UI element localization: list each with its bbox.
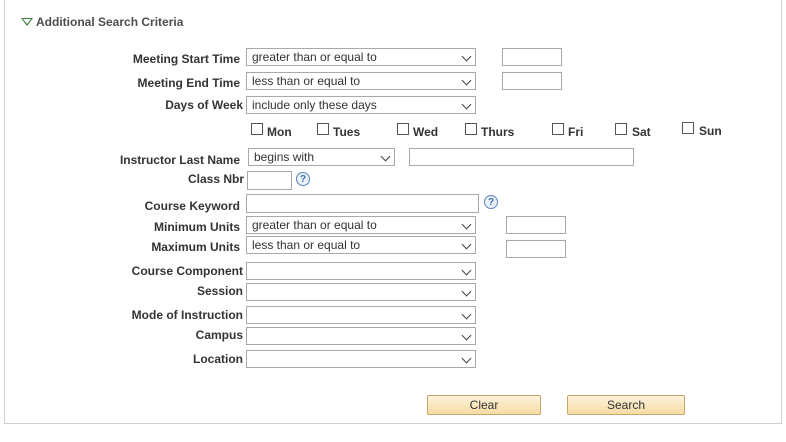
minimum-units-input[interactable] [506,216,566,234]
section-title: Additional Search Criteria [36,15,184,29]
minimum-units-operator[interactable]: greater than or equal to [246,216,476,234]
maximum-units-operator[interactable]: less than or equal to [246,236,476,254]
checkbox-fri[interactable] [552,123,564,135]
checkbox-tues[interactable] [317,123,329,135]
selected-value: include only these days [252,98,377,112]
meeting-end-time-operator[interactable]: less than or equal to [246,72,476,90]
chevron-down-icon [461,99,472,110]
selected-value: less than or equal to [252,74,361,88]
chevron-down-icon [461,219,472,230]
chevron-down-icon [461,51,472,62]
instructor-last-name-operator[interactable]: begins with [248,148,395,166]
course-keyword-label: Course Keyword [144,199,240,213]
checkbox-sat-label: Sat [632,125,651,139]
maximum-units-input[interactable] [506,240,566,258]
chevron-down-icon [461,75,472,86]
checkbox-mon-label: Mon [267,125,292,139]
course-keyword-input[interactable] [246,194,479,213]
chevron-down-icon [461,353,472,364]
meeting-end-time-label: Meeting End Time [137,76,240,90]
days-of-week-operator[interactable]: include only these days [246,96,476,114]
clear-button[interactable]: Clear [427,395,541,415]
minimum-units-label: Minimum Units [154,220,240,234]
chevron-down-icon [461,239,472,250]
checkbox-sun[interactable] [682,122,694,134]
instructor-last-name-label: Instructor Last Name [119,153,240,167]
chevron-down-icon [461,265,472,276]
chevron-down-icon [461,309,472,320]
search-button[interactable]: Search [567,395,685,415]
course-component-label: Course Component [131,264,243,278]
meeting-start-time-operator[interactable]: greater than or equal to [246,48,476,66]
help-circle-icon[interactable]: ? [296,172,310,186]
triangle-down-icon [21,18,33,26]
checkbox-sat[interactable] [615,123,627,135]
campus-label: Campus [195,328,243,342]
checkbox-thurs-label: Thurs [481,125,515,139]
location-label: Location [193,352,243,366]
selected-value: greater than or equal to [252,218,377,232]
meeting-end-time-input[interactable] [502,72,562,90]
class-nbr-label: Class Nbr [187,172,244,186]
meeting-start-time-label: Meeting Start Time [132,52,240,66]
selected-value: begins with [254,150,315,164]
checkbox-sun-label: Sun [699,124,722,138]
checkbox-fri-label: Fri [568,125,584,139]
campus-select[interactable] [246,327,476,345]
days-of-week-label: Days of Week [165,98,243,112]
help-circle-icon[interactable]: ? [484,195,498,209]
instructor-last-name-input[interactable] [409,148,634,166]
chevron-down-icon [461,330,472,341]
session-select[interactable] [246,283,476,301]
session-label: Session [196,284,243,298]
mode-of-instruction-select[interactable] [246,306,476,324]
location-select[interactable] [246,350,476,368]
maximum-units-label: Maximum Units [151,240,240,254]
additional-criteria-toggle[interactable]: Additional Search Criteria [21,15,183,29]
checkbox-thurs[interactable] [465,123,477,135]
checkbox-mon[interactable] [251,123,263,135]
course-component-select[interactable] [246,262,476,280]
checkbox-wed-label: Wed [413,125,439,139]
selected-value: less than or equal to [252,238,361,252]
class-nbr-input[interactable] [247,171,292,190]
mode-of-instruction-label: Mode of Instruction [131,308,243,322]
checkbox-wed[interactable] [397,123,409,135]
chevron-down-icon [380,151,391,162]
chevron-down-icon [461,286,472,297]
selected-value: greater than or equal to [252,50,377,64]
checkbox-tues-label: Tues [333,125,361,139]
meeting-start-time-input[interactable] [502,48,562,66]
